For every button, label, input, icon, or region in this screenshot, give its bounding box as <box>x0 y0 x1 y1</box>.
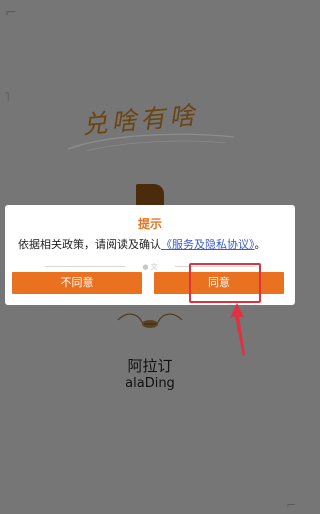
app-name-english: alaDing <box>125 376 175 391</box>
app-name-chinese: 阿拉订 <box>127 357 173 375</box>
corner-mark-icon: ˥ <box>4 90 10 104</box>
ornament-decoration-icon <box>117 313 183 328</box>
dialog-message-text: 依据相关政策，请阅读及确认 <box>18 238 161 251</box>
corner-mark-icon: ⌐ <box>286 498 297 512</box>
arrow-up-icon <box>230 303 245 356</box>
disagree-button[interactable]: 不同意 <box>12 272 142 294</box>
divider-label: ● 文 <box>142 263 158 271</box>
dialog-message-end: 。 <box>254 238 266 251</box>
service-privacy-agreement-link[interactable]: 《服务及隐私协议》 <box>161 238 255 251</box>
corner-mark-icon: ⌐ <box>5 5 17 21</box>
agree-highlight-box <box>189 263 261 303</box>
swoosh-decoration-icon <box>67 133 235 152</box>
dialog-title: 提示 <box>137 217 162 231</box>
dialog-message: 依据相关政策，请阅读及确认《服务及隐私协议》。 <box>18 236 288 252</box>
